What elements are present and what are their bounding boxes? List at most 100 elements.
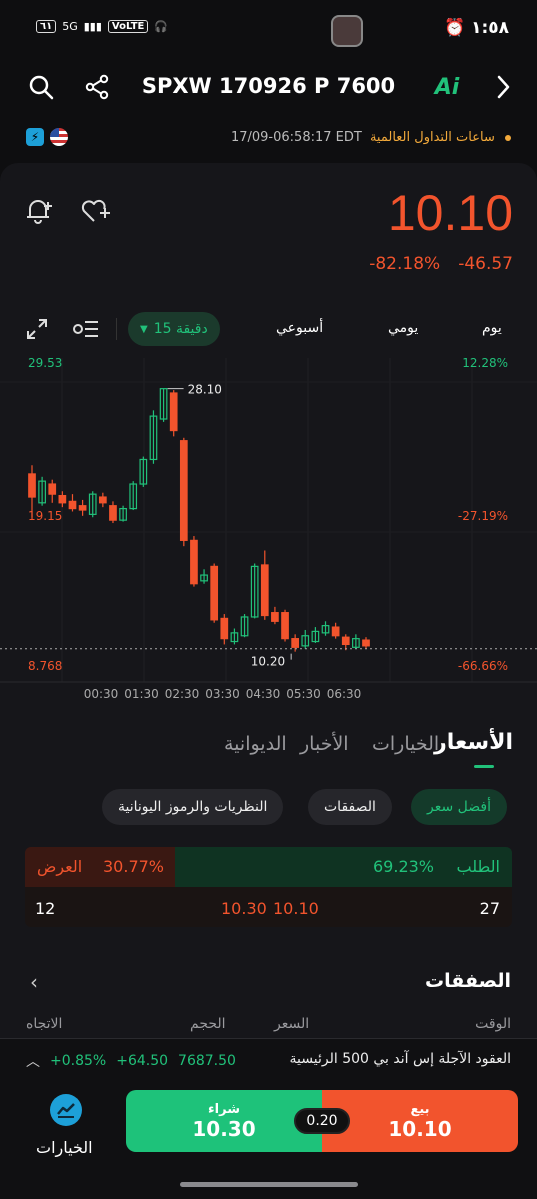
col-time: الوقت [475,1016,511,1032]
chart-controls: ▼ 15 دقيقة أسبوعي يومي يوم [0,312,537,348]
chevron-left-icon[interactable]: ‹ [30,970,38,994]
battery-indicator: ٦١ [36,20,57,33]
x-axis-label: 03:30 [205,687,240,701]
x-axis-label: 01:30 [124,687,159,701]
chevron-up-icon[interactable]: ︿ [26,1051,40,1071]
candle-body [169,392,178,432]
ask-price: 10.30 [221,899,267,918]
home-indicator[interactable] [180,1182,358,1187]
x-axis-label: 00:30 [84,687,119,701]
futures-price: 7687.50 [178,1053,236,1069]
change-percent: -82.18% [369,254,441,274]
x-axis-label: 04:30 [246,687,281,701]
status-bar: ٦١ 5G ▮▮▮ VoLTE 🎧 ⏰ ١:٥٨ [0,0,537,60]
us-flag-icon [50,128,68,146]
ai-assistant-button[interactable]: Ai [430,70,464,104]
options-chart-icon[interactable] [50,1094,82,1126]
bid-size: 27 [479,899,500,918]
y-axis-left-label: 29.53 [28,356,62,370]
candle-body [281,612,289,640]
candle-body [179,440,188,541]
pill-best-price[interactable]: أفضل سعر [411,789,507,825]
buy-button[interactable]: شراء 10.30 [126,1090,322,1152]
alarm-icon: ⏰ [443,18,466,38]
candle-body [331,626,340,637]
headphones-icon: 🎧 [154,20,169,33]
candle-body [98,496,107,504]
candle-body [341,636,350,646]
badges: ⚡ [26,128,68,146]
market-status-text: ساعات التداول العالمية [369,130,495,145]
active-tab-indicator [474,765,494,768]
tab-news[interactable]: الأخبار [300,733,349,755]
timeframe-selector[interactable]: ▼ 15 دقيقة [128,312,220,346]
timeframe-daily[interactable]: يومي [388,320,418,336]
futures-change: +64.50 [116,1053,169,1069]
x-axis-label: 06:30 [327,687,362,701]
ask-label: العرض [37,857,83,876]
candle-body [260,564,269,617]
pill-trades[interactable]: الصفقات [308,789,392,825]
candle-body [58,494,67,504]
last-price: 10.10 [387,185,513,241]
futures-ticker[interactable]: ︿ +0.85% +64.50 7687.50 العقود الآجلة إس… [0,1038,537,1082]
status-time: ⏰ ١:٥٨ [443,18,509,38]
col-price: السعر [274,1016,310,1032]
timeframe-weekly[interactable]: أسبوعي [276,320,323,336]
bid-label: الطلب [456,857,500,876]
expand-icon[interactable] [26,318,48,344]
watchlist-add-icon[interactable] [80,196,112,230]
futures-change-pct: +0.85% [50,1053,107,1069]
trades-title[interactable]: الصفقات [425,970,511,992]
options-label[interactable]: الخيارات [36,1138,93,1157]
change-value: -46.57 [458,254,513,274]
market-timestamp: 17/09-06:58:17 EDT [230,130,362,145]
col-volume: الحجم [190,1016,226,1032]
ask-size: 12 [35,899,56,918]
market-status-row: ⚡ ساعات التداول العالمية 17/09-06:58:17 … [0,126,537,152]
buy-price: 10.30 [192,1116,256,1141]
indicator-settings-icon[interactable] [72,318,100,344]
network-indicator: 5G [62,20,78,33]
high-marker-label: 28.10 [188,383,222,397]
y-axis-right-label: -27.19% [458,509,508,523]
candle-body [362,639,370,647]
ask-percent: 30.77% [103,857,165,876]
candle-body [210,565,219,621]
pill-greeks[interactable]: النظريات والرموز اليونانية [102,789,284,825]
spread-badge: 0.20 [294,1108,350,1134]
volte-indicator: VoLTE [107,20,149,33]
y-axis-left-label: 19.15 [28,509,62,523]
bid-percent: 69.23% [373,857,435,876]
tab-options[interactable]: الخيارات [372,733,439,755]
sell-price: 10.10 [388,1116,452,1141]
candle-body [48,483,57,495]
timeframe-day[interactable]: يوم [482,320,502,336]
divider [116,318,117,340]
lightning-badge-icon: ⚡ [26,128,44,146]
y-axis-left-label: 8.768 [28,659,62,673]
candle-body [78,505,87,511]
order-book: العرض 30.77% 69.23% الطلب 12 10.30 10.10… [25,847,512,927]
low-marker-label: 10.20 [251,655,285,669]
candle-body [109,505,117,521]
tab-community[interactable]: الديوانية [224,733,287,755]
candle-body [68,500,77,510]
tab-quotes[interactable]: الأسعار [434,730,513,755]
chevron-right-icon[interactable] [486,70,520,104]
sell-button[interactable]: بيع 10.10 [322,1090,518,1152]
candle-body [28,473,36,498]
price-chart[interactable]: 29.53 19.15 8.768 12.28% -27.19% -66.66% 28.10… [0,352,537,704]
signal-icon: ▮▮▮ [83,20,102,33]
dropdown-caret-icon: ▼ [140,323,148,335]
y-axis-right-label: 12.28% [462,356,508,370]
price-changes: -82.18% -46.57 [369,254,513,274]
bid-price: 10.10 [273,899,319,918]
col-direction: الاتجاه [26,1016,63,1032]
x-axis-label: 05:30 [286,687,321,701]
candle-body [220,617,229,640]
candle-body [271,612,279,622]
alert-add-icon[interactable] [24,196,54,230]
avatar [331,15,363,47]
futures-name: العقود الآجلة إس آند بي 500 الرئيسية [289,1051,511,1067]
